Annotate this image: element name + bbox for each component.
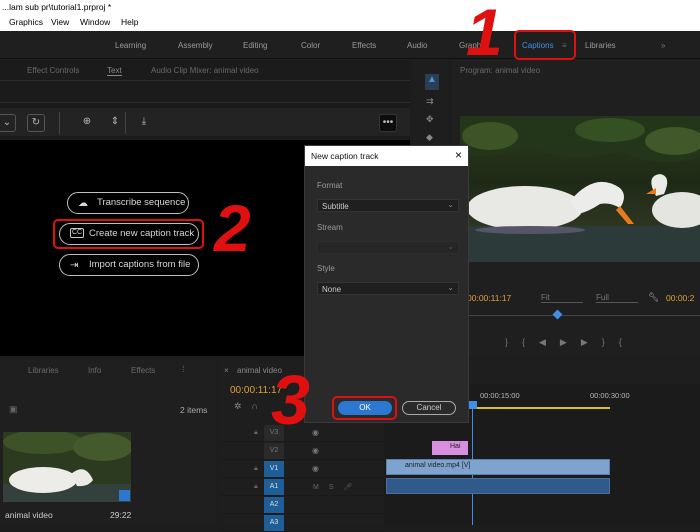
add-caption-icon[interactable]: ⊕ [78, 114, 96, 132]
track-a2-label[interactable]: A2 [264, 497, 284, 513]
import-captions-button[interactable]: ⇥ Import captions from file [59, 254, 199, 276]
menu-help[interactable]: Help [121, 17, 138, 27]
cancel-button[interactable]: Cancel [402, 401, 456, 415]
menu-bar: Graphics View Window Help [0, 16, 700, 31]
track-a1-label[interactable]: A1 [264, 479, 284, 495]
workspace-audio[interactable]: Audio [407, 41, 427, 50]
wrench-icon[interactable]: 🔧︎ [648, 292, 659, 303]
panel-menu-icon[interactable]: ⁞ [182, 364, 185, 374]
close-icon[interactable]: × [455, 148, 462, 162]
split-caption-icon[interactable]: ⇕ [106, 114, 124, 132]
folder-icon[interactable]: ▣ [9, 404, 18, 415]
track-row-v2 [220, 442, 384, 460]
track-row-v1 [220, 460, 384, 478]
refresh-icon[interactable]: ↻ [27, 114, 45, 132]
clip-name[interactable]: animal video [5, 510, 53, 520]
track-row-a2 [220, 496, 384, 514]
program-timecode[interactable]: 00:00:11:17 [467, 293, 511, 303]
video-clip[interactable]: animal video.mp4 [V] [386, 459, 610, 475]
highlight-captions [514, 30, 576, 60]
dialog-title: New caption track [305, 146, 468, 166]
style-label: Style [317, 264, 335, 273]
eye-icon[interactable]: ◉ [312, 464, 319, 473]
chevron-down-icon[interactable]: ⌄ [0, 114, 16, 132]
chevron-down-icon: ⌄ [447, 242, 454, 251]
workspace-bar: Learning Assembly Editing Color Effects … [0, 31, 700, 59]
track-v2-label[interactable]: V2 [264, 443, 284, 459]
eye-icon[interactable]: ◉ [312, 428, 319, 437]
new-caption-track-dialog: New caption track × Format Subtitle⌄ Str… [304, 145, 469, 423]
format-dropdown[interactable]: Subtitle⌄ [317, 199, 459, 212]
transcribe-sequence-button[interactable]: ☁ Transcribe sequence [67, 192, 189, 214]
transcribe-icon: ☁ [78, 194, 88, 213]
merge-caption-icon[interactable]: ⤓ [135, 114, 153, 132]
program-duration: 00:00:2 [666, 293, 700, 303]
caption-toolbar [0, 108, 410, 136]
annotation-3: 3 [271, 360, 310, 440]
tab-libraries[interactable]: Libraries [28, 366, 59, 375]
fit-dropdown[interactable]: Fit [541, 293, 583, 303]
lock-icon[interactable]: 🔒︎ [254, 465, 258, 473]
ruler-label-30: 00:00:30:00 [590, 391, 630, 400]
workspace-color[interactable]: Color [301, 41, 320, 50]
tab-text[interactable]: Text [107, 66, 122, 76]
items-count: 2 items [180, 405, 207, 415]
clip-duration: 29:22 [110, 510, 131, 520]
workspace-learning[interactable]: Learning [115, 41, 146, 50]
tab-info[interactable]: Info [88, 366, 101, 375]
selection-tool-icon[interactable]: ▲ [425, 74, 439, 90]
track-row-a3 [220, 514, 384, 532]
more-options-icon[interactable]: ••• [379, 114, 397, 132]
razor-tool-icon[interactable]: ◆ [426, 132, 433, 143]
ripple-edit-icon[interactable]: ✥ [426, 114, 434, 125]
eye-icon[interactable]: ◉ [312, 446, 319, 455]
style-dropdown[interactable]: None⌄ [317, 282, 459, 295]
workspace-effects[interactable]: Effects [352, 41, 376, 50]
transport-controls[interactable]: }{◀▶▶}{ [505, 337, 636, 348]
video-frame [460, 116, 700, 262]
workspace-assembly[interactable]: Assembly [178, 41, 213, 50]
timeline-tools-icon[interactable]: ✲∩ [234, 401, 268, 412]
highlight-ok [332, 396, 397, 420]
track-select-icon[interactable]: ⇉ [426, 96, 434, 107]
workspace-overflow-icon[interactable]: » [661, 41, 665, 50]
caption-clip[interactable]: Hai [432, 441, 468, 455]
tab-effect-controls[interactable]: Effect Controls [27, 66, 79, 75]
close-tab-icon[interactable]: × [224, 366, 229, 375]
audio-clip[interactable] [386, 478, 610, 494]
title-bar: ...lam sub pr\tutorial1.prproj * [0, 0, 700, 16]
timeline-playhead[interactable] [469, 401, 477, 409]
track-a3-label[interactable]: A3 [264, 515, 284, 531]
work-area-bar[interactable] [470, 407, 610, 409]
menu-window[interactable]: Window [80, 17, 110, 27]
quality-dropdown[interactable]: Full [596, 293, 638, 303]
workspace-libraries[interactable]: Libraries [585, 41, 616, 50]
stream-label: Stream [317, 223, 343, 232]
menu-view[interactable]: View [51, 17, 69, 27]
tab-audio-clip-mixer[interactable]: Audio Clip Mixer: animal video [151, 66, 259, 75]
menu-graphics[interactable]: Graphics [9, 17, 43, 27]
tab-effects[interactable]: Effects [131, 366, 155, 375]
clip-thumbnail[interactable] [3, 432, 131, 502]
lock-icon[interactable]: 🔒︎ [254, 483, 258, 491]
lock-icon[interactable]: 🔒︎ [254, 429, 258, 437]
chevron-down-icon: ⌄ [447, 283, 454, 292]
import-icon: ⇥ [70, 256, 78, 275]
chevron-down-icon: ⌄ [447, 200, 454, 209]
stream-dropdown: ⌄ [317, 241, 459, 254]
mute-solo-icons[interactable]: MS🎤︎ [313, 483, 362, 491]
program-scrubber[interactable] [466, 315, 700, 316]
ruler-label-15: 00:00:15:00 [480, 391, 520, 400]
annotation-1: 1 [466, 0, 503, 70]
highlight-create-caption [53, 219, 204, 249]
annotation-2: 2 [214, 190, 251, 266]
format-label: Format [317, 181, 342, 190]
track-v1-label[interactable]: V1 [264, 461, 284, 477]
workspace-editing[interactable]: Editing [243, 41, 267, 50]
